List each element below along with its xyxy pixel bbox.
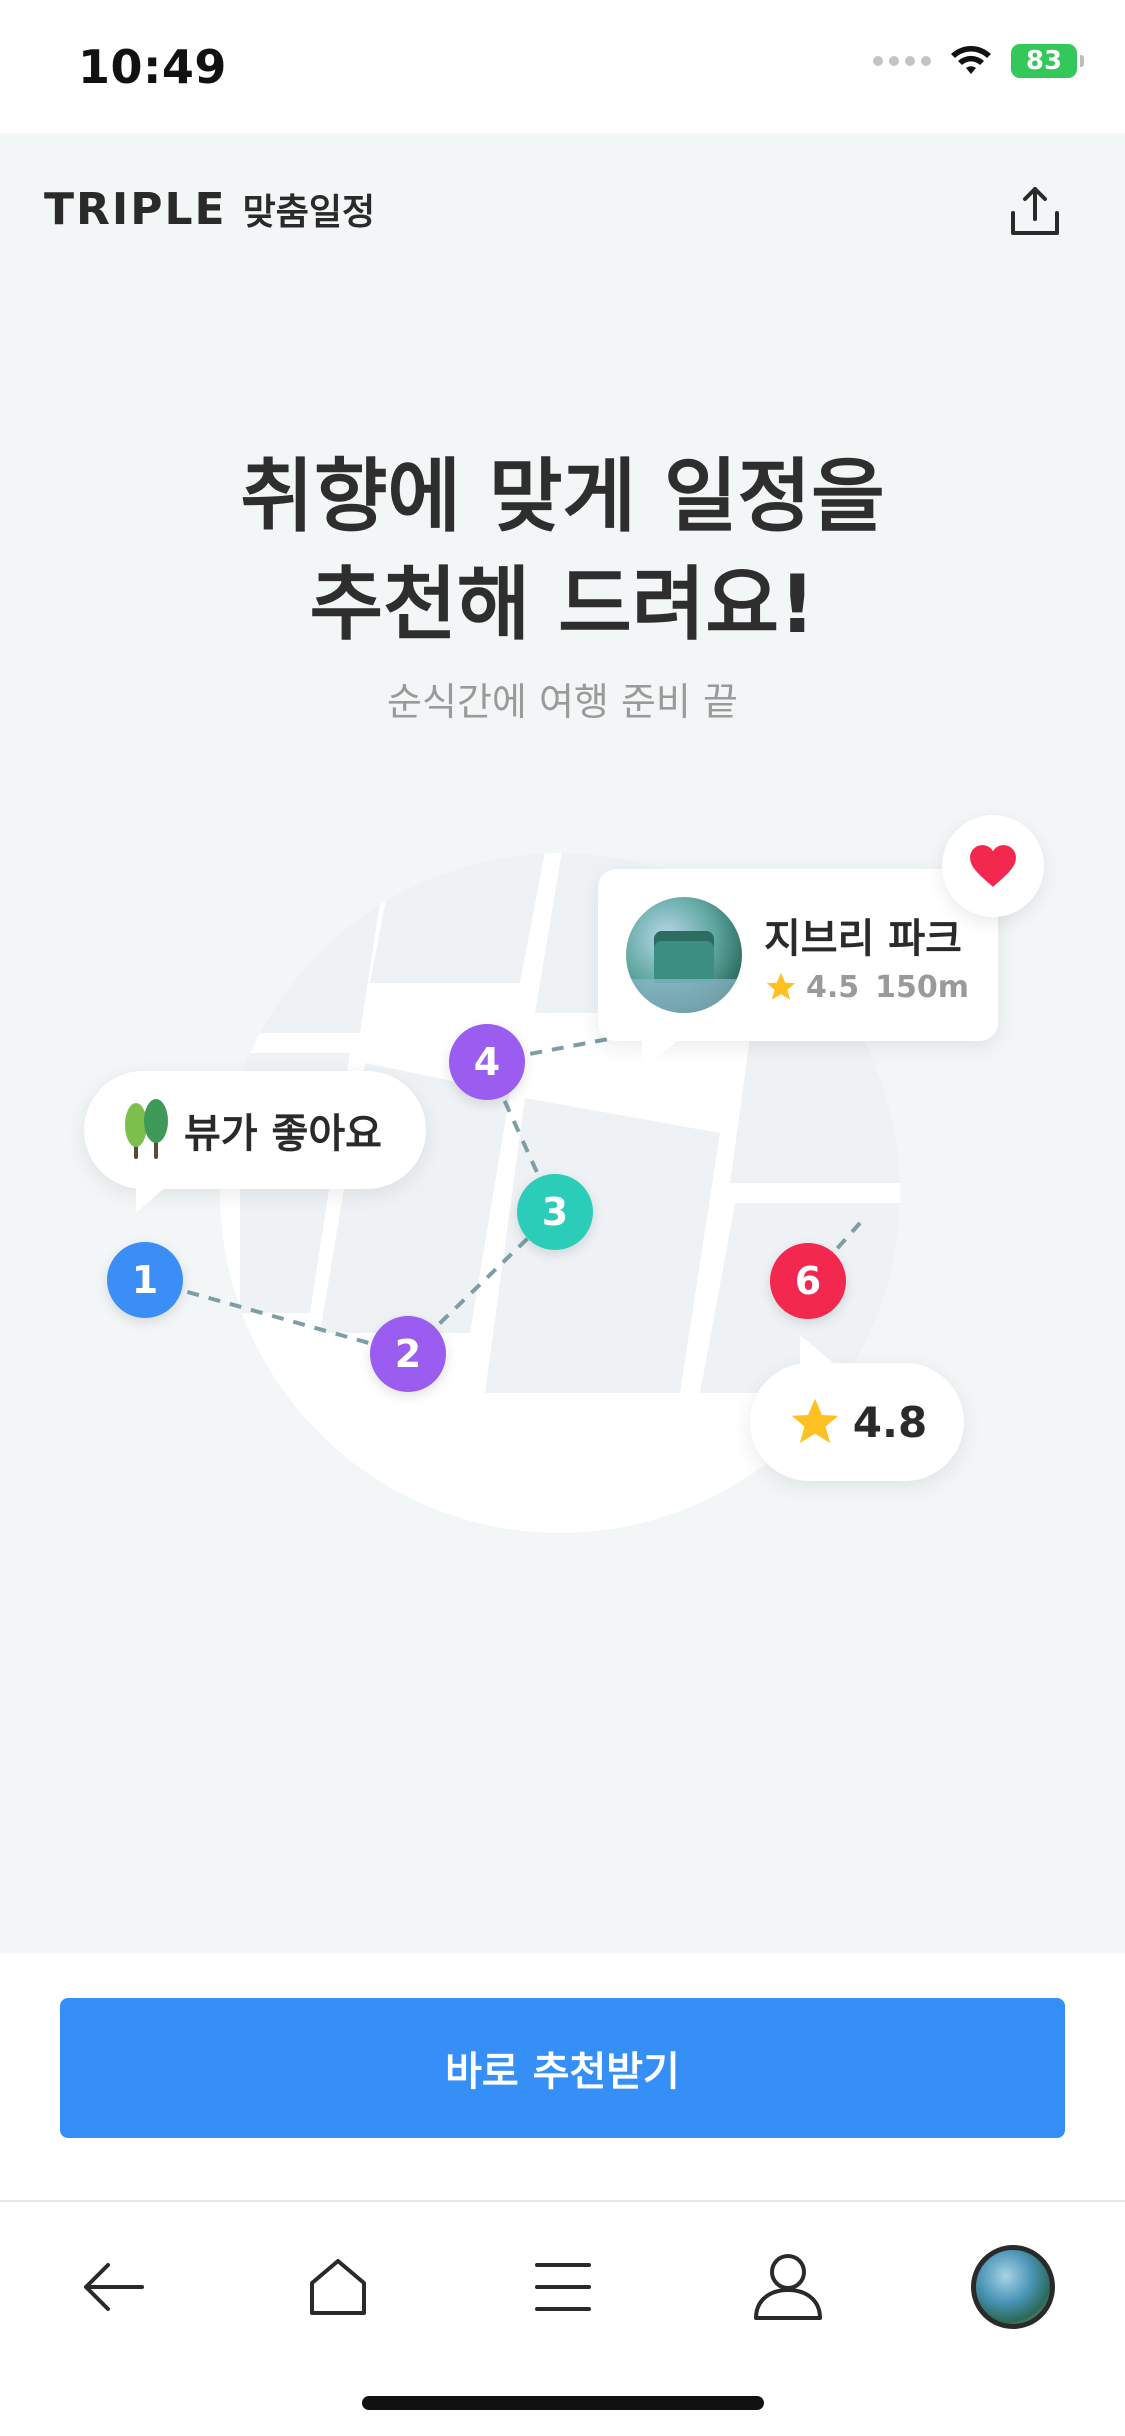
place-info: 지브리 파크 4.5 150m [764, 906, 969, 1005]
pin-1: 1 [107, 1242, 183, 1318]
place-rating: 4.5 [806, 969, 860, 1005]
cellular-signal-icon [873, 56, 931, 66]
home-icon [310, 2259, 366, 2315]
cta-area: 바로 추천받기 [0, 1953, 1125, 2200]
pin-3: 3 [517, 1174, 593, 1250]
star-icon [791, 1398, 839, 1443]
tree-icon [125, 1099, 168, 1159]
star-icon [766, 972, 796, 1000]
map-illustration [144, 853, 900, 1533]
pin-2: 2 [370, 1316, 446, 1392]
profile-icon [754, 2254, 822, 2320]
status-icons: 83 [873, 44, 1084, 78]
avatar [971, 2245, 1055, 2329]
nav-home-button[interactable] [293, 2242, 383, 2332]
nav-back-button[interactable] [68, 2242, 158, 2332]
home-indicator [362, 2396, 764, 2410]
nav-menu-button[interactable] [518, 2242, 608, 2332]
place-name: 지브리 파크 [764, 915, 962, 962]
rating-value: 4.8 [852, 1397, 928, 1447]
favorite-heart [942, 815, 1044, 917]
back-arrow-icon [84, 2263, 144, 2311]
place-distance: 150m [875, 969, 970, 1005]
status-bar: 10:49 83 [0, 0, 1125, 133]
status-time: 10:49 [78, 40, 227, 94]
wifi-icon [951, 46, 991, 74]
pin-4: 4 [449, 1024, 525, 1100]
view-tag-bubble: 뷰가 좋아요 [84, 1071, 426, 1213]
rating-bubble: 4.8 [750, 1335, 964, 1481]
pin-6: 6 [770, 1243, 846, 1319]
get-recommendation-button[interactable]: 바로 추천받기 [60, 1998, 1065, 2138]
battery-icon: 83 [1011, 44, 1084, 78]
heart-icon [970, 845, 1016, 887]
view-tag-label: 뷰가 좋아요 [184, 1111, 382, 1157]
place-meta: 4.5 150m [764, 970, 969, 1005]
place-card-bubble: 지브리 파크 4.5 150m [598, 869, 998, 1069]
menu-icon [535, 2263, 591, 2311]
nav-avatar-button[interactable] [968, 2242, 1058, 2332]
battery-level: 83 [1025, 46, 1063, 76]
nav-profile-button[interactable] [743, 2242, 833, 2332]
place-thumbnail [626, 897, 742, 1013]
main-content: TRIPLE 맞춤일정 취향에 맞게 일정을 추천해 드려요! 순식간에 여행 … [0, 133, 1125, 1953]
